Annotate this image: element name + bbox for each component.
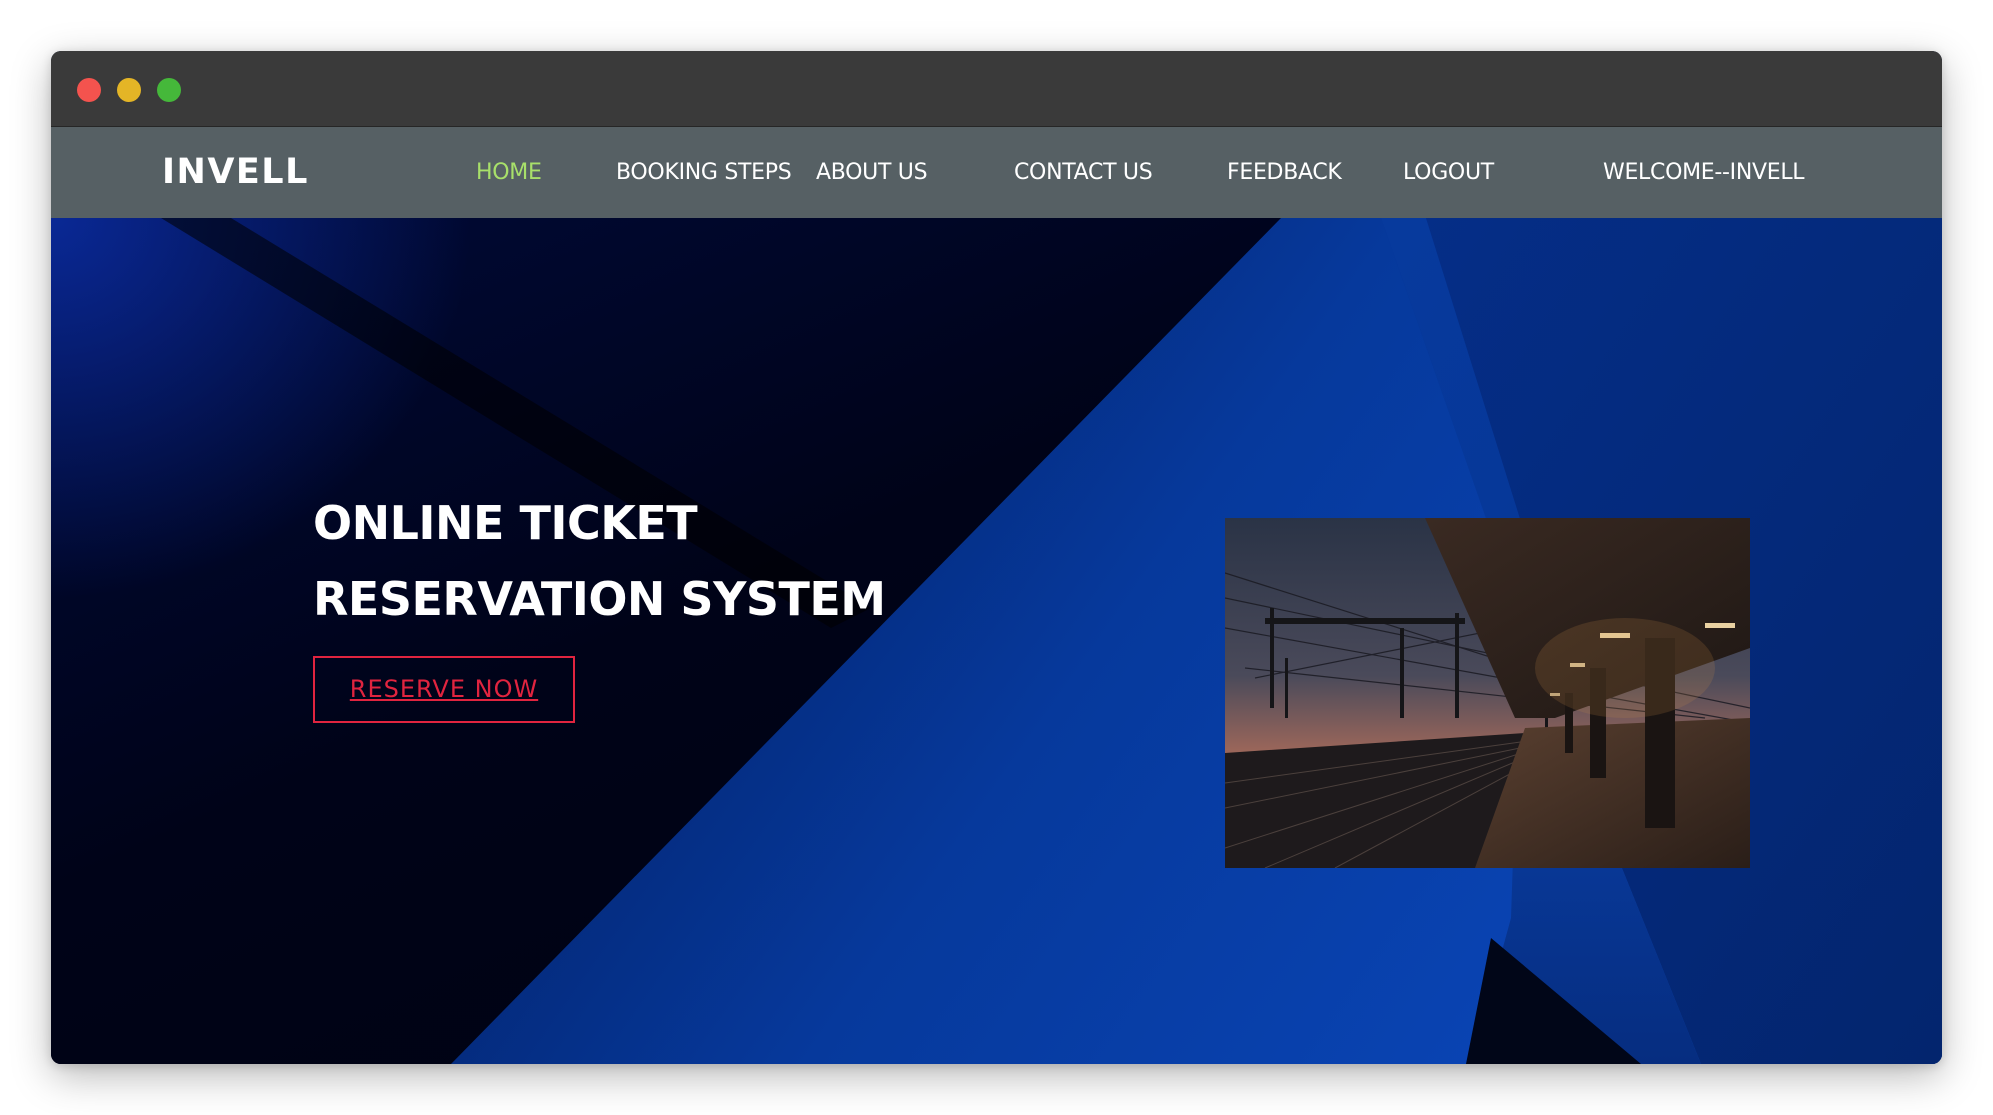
browser-window: INVELL HOME BOOKING STEPS ABOUT US CONTA… [51,51,1942,1064]
close-window-button[interactable] [77,78,101,102]
site-logo[interactable]: INVELL [162,127,309,218]
nav-booking-steps[interactable]: BOOKING STEPS [616,127,792,218]
hero-section: ONLINE TICKET RESERVATION SYSTEM RESERVE… [51,218,1942,1064]
window-titlebar [51,51,1942,127]
hero-headline: ONLINE TICKET RESERVATION SYSTEM [313,485,886,637]
maximize-window-button[interactable] [157,78,181,102]
hero-title-line-2: RESERVATION SYSTEM [313,572,886,626]
nav-home[interactable]: HOME [476,127,542,218]
nav-welcome-user[interactable]: WELCOME--INVELL [1603,127,1805,218]
reserve-now-button[interactable]: RESERVE NOW [313,656,575,723]
site-navbar: INVELL HOME BOOKING STEPS ABOUT US CONTA… [51,127,1942,218]
nav-logout[interactable]: LOGOUT [1403,127,1494,218]
hero-title-line-1: ONLINE TICKET [313,496,698,550]
nav-about-us[interactable]: ABOUT US [816,127,928,218]
train-station-photo-illustration [1225,518,1750,868]
train-station-image [1225,518,1750,868]
nav-contact-us[interactable]: CONTACT US [1014,127,1153,218]
minimize-window-button[interactable] [117,78,141,102]
nav-feedback[interactable]: FEEDBACK [1227,127,1342,218]
